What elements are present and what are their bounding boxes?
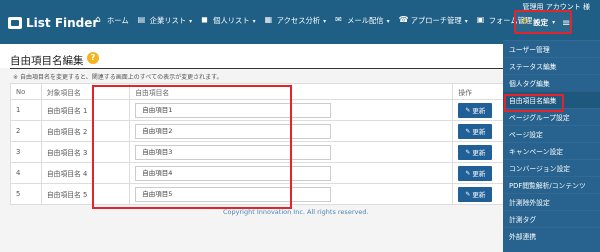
menu-item-external-integration[interactable]: 外部連携: [503, 227, 600, 244]
chevron-down-icon: ▾: [323, 17, 327, 25]
menu-item-page-settings[interactable]: ページ設定: [503, 125, 600, 142]
custom-name-cell: 自由項目2: [129, 120, 454, 142]
update-button[interactable]: ✎ 更新: [458, 102, 493, 118]
custom-name-input[interactable]: 自由項目4: [135, 165, 332, 181]
home-icon: [95, 15, 104, 25]
main-navigation: ホーム 企業リスト ▾ 個人リスト ▾ アクセス分析 ▾ メール配信 ▾ アプロ…: [95, 15, 538, 26]
update-button-label: 更新: [472, 191, 486, 199]
form-icon: [477, 15, 486, 25]
column-custom-name: 自由項目名: [129, 83, 454, 100]
nav-company-list[interactable]: 企業リスト ▾: [138, 15, 193, 26]
title-divider: [10, 68, 522, 69]
edit-icon: ✎: [465, 106, 471, 114]
table-row: 3 自由項目名 3 自由項目3 ✎ 更新: [10, 141, 522, 163]
nav-company-list-label: 企業リスト: [149, 16, 187, 25]
nav-personal-list[interactable]: 個人リスト ▾: [201, 15, 256, 26]
table-header-row: No 対象項目名 自由項目名 操作: [10, 83, 522, 100]
help-icon[interactable]: ?: [87, 52, 99, 64]
table-row: 2 自由項目名 2 自由項目2 ✎ 更新: [10, 120, 522, 142]
nav-personal-list-label: 個人リスト: [213, 16, 250, 25]
nav-approach-management[interactable]: アプローチ管理 ▾: [399, 15, 468, 26]
nav-mail-delivery-label: メール配信: [347, 16, 384, 25]
edit-icon: ✎: [465, 190, 471, 198]
mail-icon: [335, 15, 344, 25]
hamburger-menu-icon[interactable]: ≡: [562, 18, 570, 29]
custom-name-input[interactable]: 自由項目3: [135, 144, 332, 160]
nav-approach-management-label: アプローチ管理: [410, 16, 462, 25]
row-number: 5: [10, 183, 42, 205]
menu-item-user-management[interactable]: ユーザー管理: [503, 40, 600, 57]
chevron-down-icon: ▾: [189, 17, 193, 25]
nav-home[interactable]: ホーム: [95, 15, 129, 26]
brand-logo[interactable]: List Finder: [8, 16, 98, 30]
target-field-name: 自由項目名 3: [40, 141, 131, 163]
menu-item-page-group-settings[interactable]: ページグループ設定: [503, 108, 600, 125]
menu-item-personal-tag-edit[interactable]: 個人タグ編集: [503, 74, 600, 91]
nav-mail-delivery[interactable]: メール配信 ▾: [335, 15, 390, 26]
column-target-name: 対象項目名: [40, 83, 131, 100]
menu-item-tracking-tag[interactable]: 計測タグ: [503, 210, 600, 227]
settings-label: 設定: [533, 17, 549, 27]
update-button-label: 更新: [472, 128, 486, 136]
menu-item-custom-field-name-edit[interactable]: 自由項目名編集: [503, 91, 600, 108]
target-field-name: 自由項目名 1: [40, 99, 131, 121]
brand-name: List Finder: [26, 16, 99, 30]
custom-name-cell: 自由項目5: [129, 183, 454, 205]
custom-name-cell: 自由項目1: [129, 99, 454, 121]
edit-icon: ✎: [465, 169, 471, 177]
column-no: No: [10, 83, 42, 100]
target-field-name: 自由項目名 2: [40, 120, 131, 142]
gear-icon: ⚙: [521, 16, 530, 27]
update-button[interactable]: ✎ 更新: [458, 186, 493, 202]
table-row: 5 自由項目名 5 自由項目5 ✎ 更新: [10, 183, 522, 205]
update-button[interactable]: ✎ 更新: [458, 144, 493, 160]
row-number: 4: [10, 162, 42, 184]
chevron-down-icon: ▾: [552, 18, 556, 26]
table-row: 4 自由項目名 4 自由項目4 ✎ 更新: [10, 162, 522, 184]
copyright-text: Copyright Innovation Inc. All rights res…: [223, 208, 369, 216]
row-number: 3: [10, 141, 42, 163]
nav-home-label: ホーム: [107, 16, 129, 25]
settings-dropdown-menu: ユーザー管理 ステータス編集 個人タグ編集 自由項目名編集 ページグループ設定 …: [503, 40, 600, 252]
chevron-down-icon: ▾: [386, 17, 390, 25]
chevron-down-icon: ▾: [252, 17, 256, 25]
update-button[interactable]: ✎ 更新: [458, 123, 493, 139]
menu-item-pdf-analysis[interactable]: PDF閲覧解析/コンテンツ: [503, 176, 600, 193]
phone-icon: [399, 15, 409, 25]
page-title: 自由項目名編集: [10, 55, 84, 67]
table-row: 1 自由項目名 1 自由項目1 ✎ 更新: [10, 99, 522, 121]
edit-icon: ✎: [465, 148, 471, 156]
update-button-label: 更新: [472, 170, 486, 178]
row-number: 2: [10, 120, 42, 142]
target-field-name: 自由項目名 5: [40, 183, 131, 205]
chevron-down-icon: ▾: [464, 17, 468, 25]
custom-name-input[interactable]: 自由項目2: [135, 123, 332, 139]
target-field-name: 自由項目名 4: [40, 162, 131, 184]
menu-item-campaign-settings[interactable]: キャンペーン設定: [503, 142, 600, 159]
update-button-label: 更新: [472, 107, 486, 115]
menu-item-status-edit[interactable]: ステータス編集: [503, 57, 600, 74]
custom-name-input[interactable]: 自由項目5: [135, 186, 332, 202]
custom-fields-table: No 対象項目名 自由項目名 操作 1 自由項目名 1 自由項目1 ✎ 更新 2 …: [10, 83, 522, 205]
company-list-icon: [138, 15, 147, 25]
menu-item-conversion-settings[interactable]: コンバージョン設定: [503, 159, 600, 176]
brand-mark-icon: [8, 17, 22, 29]
info-icon: ※: [13, 74, 19, 81]
row-number: 1: [10, 99, 42, 121]
page-note: ※ 自由項目名を変更すると、関連する画面上のすべての表示が変更されます。: [13, 72, 223, 81]
update-button-label: 更新: [472, 149, 486, 157]
custom-name-input[interactable]: 自由項目1: [135, 102, 332, 118]
top-navigation: 管理用 アカウント 様 List Finder ホーム 企業リスト ▾ 個人リス…: [0, 0, 600, 44]
update-button[interactable]: ✎ 更新: [458, 165, 493, 181]
nav-access-analysis[interactable]: アクセス分析 ▾: [265, 15, 327, 26]
page-note-text: 自由項目名を変更すると、関連する画面上のすべての表示が変更されます。: [20, 74, 223, 81]
edit-icon: ✎: [465, 127, 471, 135]
custom-name-cell: 自由項目4: [129, 162, 454, 184]
menu-item-exclusion-settings[interactable]: 計測除外設定: [503, 193, 600, 210]
analytics-icon: [265, 15, 274, 25]
custom-name-cell: 自由項目3: [129, 141, 454, 163]
users-icon: [201, 15, 210, 25]
nav-access-analysis-label: アクセス分析: [276, 16, 321, 25]
